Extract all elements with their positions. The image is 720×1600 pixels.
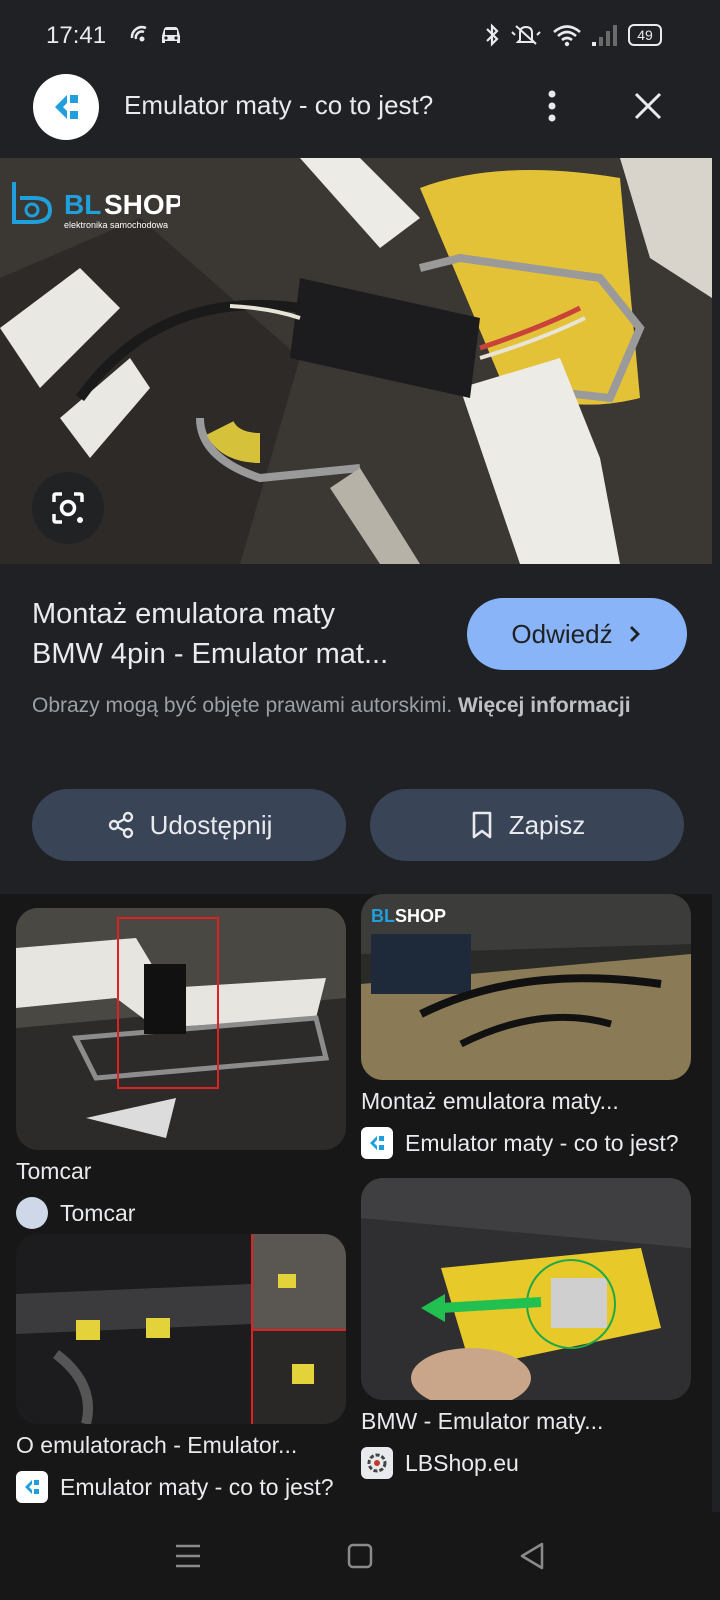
- copyright-text: Obrazy mogą być objęte prawami autorskim…: [32, 694, 453, 717]
- hotspot-icon: [130, 25, 147, 42]
- site-favicon-icon: [361, 1127, 393, 1159]
- related-source: Emulator maty - co to jest?: [16, 1471, 346, 1503]
- share-label: Udostępnij: [149, 809, 273, 840]
- related-source-label: Emulator maty - co to jest?: [60, 1473, 334, 1500]
- status-bar: 17:41 49: [0, 0, 720, 70]
- related-thumb-image: BL SHOP: [361, 894, 691, 1080]
- visit-label: Odwiedź: [511, 618, 613, 649]
- result-title-line1: Montaż emulatora maty: [32, 598, 336, 630]
- chevron-right-icon: [629, 626, 640, 642]
- related-source: Emulator maty - co to jest?: [361, 1127, 691, 1159]
- more-info-link[interactable]: Więcej informacji: [458, 694, 631, 717]
- lens-button[interactable]: [32, 472, 104, 544]
- save-label: Zapisz: [508, 809, 586, 840]
- related-source-label: Tomcar: [60, 1199, 136, 1226]
- related-caption: Tomcar: [16, 1158, 92, 1184]
- related-thumb[interactable]: [361, 1178, 691, 1400]
- home-button[interactable]: [336, 1532, 384, 1580]
- menu-icon: [176, 1544, 200, 1568]
- wifi-icon: [553, 25, 581, 47]
- related-card[interactable]: Tomcar Tomcar: [16, 908, 346, 1229]
- related-thumb-image: [16, 1234, 346, 1424]
- result-title[interactable]: Montaż emulatora maty BMW 4pin - Emulato…: [32, 594, 442, 674]
- related-card[interactable]: BL SHOP Montaż emulatora maty... Emulato…: [361, 894, 691, 1159]
- related-thumb-image: [16, 908, 346, 1150]
- car-icon: [162, 27, 180, 43]
- related-images-grid: Tomcar Tomcar BL SHOP Montaż emulatora m…: [0, 894, 712, 1512]
- related-source: Tomcar: [16, 1197, 346, 1229]
- back-triangle-icon: [520, 1542, 544, 1570]
- share-icon: [108, 811, 133, 839]
- bookmark-icon: [472, 811, 492, 839]
- related-source-label: LBShop.eu: [405, 1449, 519, 1476]
- result-title-line2: BMW 4pin - Emulator mat...: [32, 638, 389, 670]
- more-options-button[interactable]: [530, 84, 574, 128]
- related-source: LBShop.eu: [361, 1447, 691, 1479]
- blshop-logo-icon: BL SHOP elektronika samochodowa: [12, 182, 183, 230]
- related-thumb-image: [361, 1178, 691, 1400]
- system-nav-bar: [0, 1512, 720, 1600]
- share-button[interactable]: Udostępnij: [32, 789, 346, 861]
- back-button[interactable]: [508, 1532, 556, 1580]
- lens-icon: [52, 492, 84, 524]
- svg-text:BL: BL: [371, 906, 395, 926]
- status-time: 17:41: [46, 22, 107, 49]
- more-vert-icon: [548, 90, 556, 122]
- related-caption: BMW - Emulator maty...: [361, 1408, 604, 1434]
- mute-icon: [511, 25, 541, 45]
- lbshop-favicon-icon: [361, 1447, 393, 1479]
- signal-icon: [592, 25, 617, 46]
- main-image[interactable]: BL SHOP elektronika samochodowa: [0, 158, 712, 564]
- save-button[interactable]: Zapisz: [370, 789, 684, 861]
- visit-button[interactable]: Odwiedź: [467, 598, 687, 670]
- site-favicon-icon: [16, 1471, 48, 1503]
- close-button[interactable]: [626, 84, 670, 128]
- svg-text:elektronika samochodowa: elektronika samochodowa: [64, 220, 168, 230]
- battery-icon: 49: [628, 24, 662, 46]
- related-caption: O emulatorach - Emulator...: [16, 1432, 298, 1458]
- related-caption: Montaż emulatora maty...: [361, 1088, 619, 1114]
- site-logo[interactable]: [33, 74, 99, 140]
- related-card[interactable]: O emulatorach - Emulator... Emulator mat…: [16, 1234, 346, 1503]
- battery-level: 49: [637, 27, 653, 43]
- brand-watermark: BL SHOP elektronika samochodowa: [10, 172, 183, 232]
- result-info-panel: Montaż emulatora maty BMW 4pin - Emulato…: [0, 564, 712, 894]
- related-thumb[interactable]: BL SHOP: [361, 894, 691, 1080]
- related-thumb[interactable]: [16, 908, 346, 1150]
- bluetooth-icon: [486, 23, 499, 47]
- viewer-header: Emulator maty - co to jest?: [0, 70, 720, 158]
- recents-button[interactable]: [164, 1532, 212, 1580]
- related-thumb[interactable]: [16, 1234, 346, 1424]
- close-icon: [634, 92, 662, 120]
- svg-text:SHOP: SHOP: [395, 906, 446, 926]
- site-favicon-icon: [55, 95, 78, 119]
- related-card[interactable]: BMW - Emulator maty... LBShop.eu: [361, 1178, 691, 1479]
- home-square-icon: [347, 1543, 373, 1569]
- globe-icon: [16, 1197, 48, 1229]
- svg-text:BL: BL: [64, 189, 101, 220]
- related-source-label: Emulator maty - co to jest?: [405, 1129, 679, 1156]
- page-title: Emulator maty - co to jest?: [124, 90, 434, 120]
- copyright-notice: Obrazy mogą być objęte prawami autorskim…: [32, 690, 632, 722]
- svg-text:SHOP: SHOP: [104, 189, 180, 220]
